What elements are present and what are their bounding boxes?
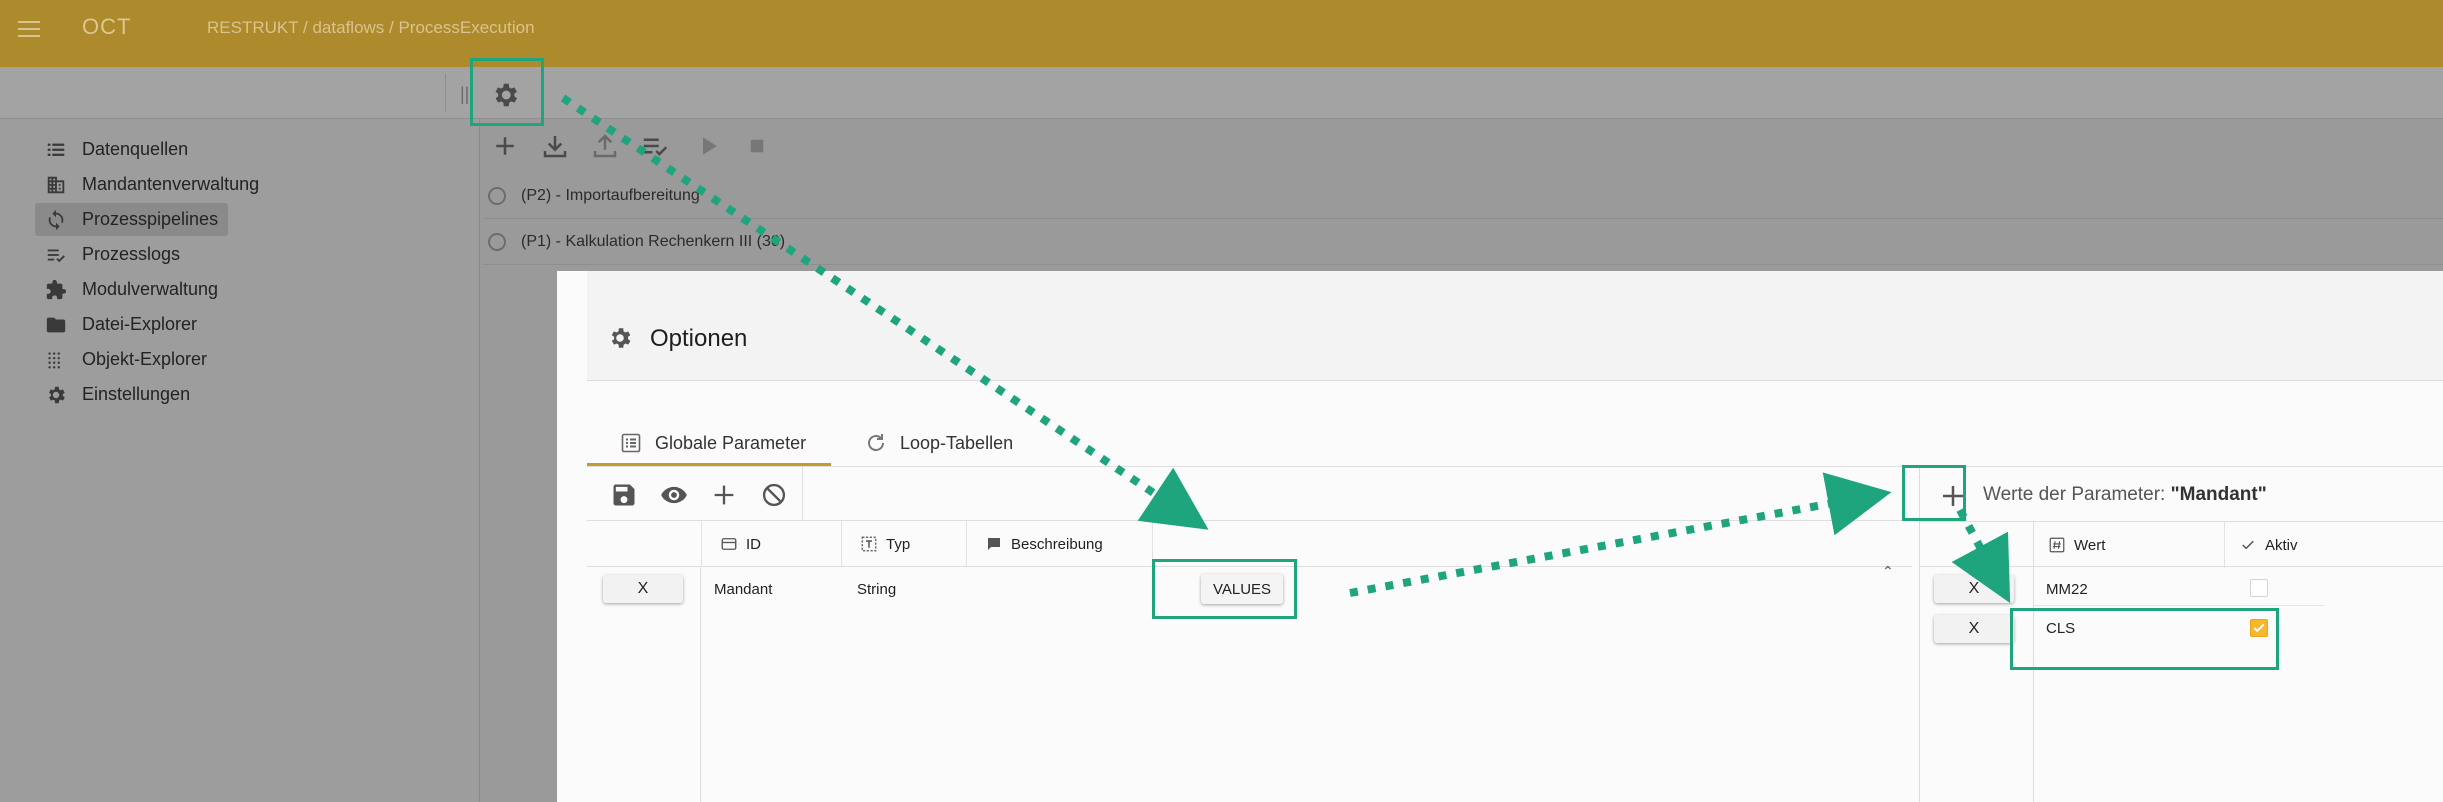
sidebar-item-label: Datenquellen xyxy=(82,139,189,159)
gear-icon xyxy=(49,386,65,403)
column-header-label: Wert xyxy=(2074,536,2106,554)
tab-label: Loop-Tabellen xyxy=(900,432,1014,453)
save-icon[interactable] xyxy=(610,481,638,509)
highlight-add-value xyxy=(1902,465,1966,521)
column-header-aktiv[interactable]: Aktiv xyxy=(2224,522,2424,568)
column-header-typ[interactable]: Typ xyxy=(841,521,966,567)
strip-divider xyxy=(445,74,446,112)
comment-icon xyxy=(988,538,1000,550)
delete-value-button[interactable]: X xyxy=(1934,615,2014,643)
sidebar-item-modulverwaltung[interactable]: Modulverwaltung xyxy=(35,273,228,306)
building-icon xyxy=(47,176,65,193)
sidebar-item-label: Modulverwaltung xyxy=(82,279,219,299)
scroll-up-icon[interactable]: ⌃ xyxy=(1882,563,1898,583)
sidebar-item-label: Einstellungen xyxy=(82,384,191,404)
dialog-title: Optionen xyxy=(650,325,748,352)
delete-value-button[interactable]: X xyxy=(1934,575,2014,603)
delete-row-button[interactable]: X xyxy=(603,575,683,603)
hash-box-icon xyxy=(2049,537,2065,553)
tab-label: Globale Parameter xyxy=(655,432,807,453)
checklist-icon[interactable] xyxy=(640,131,670,161)
cell-type[interactable]: String xyxy=(857,581,896,598)
toolbar-divider xyxy=(802,467,803,521)
breadcrumb: RESTRUKT / dataflows / ProcessExecution xyxy=(207,18,535,37)
values-title-prefix: Werte der Parameter: xyxy=(1983,484,2171,505)
block-icon[interactable] xyxy=(760,481,788,509)
eye-icon[interactable] xyxy=(660,481,688,509)
list-item[interactable]: (P2) - Importaufbereitung xyxy=(482,173,2443,219)
options-dialog: Optionen Globale Parameter Loop-Tabellen… xyxy=(557,271,2443,802)
sidebar-item-prozesspipelines[interactable]: Prozesspipelines xyxy=(35,203,229,236)
row-radio[interactable] xyxy=(488,186,506,205)
highlight-gear xyxy=(470,58,544,126)
download-icon[interactable] xyxy=(540,131,570,161)
sidebar-item-label: Prozesslogs xyxy=(82,244,181,264)
column-header-label: Beschreibung xyxy=(1011,535,1103,553)
cell-id[interactable]: Mandant xyxy=(714,581,772,598)
sidebar-item-mandantenverwaltung[interactable]: Mandantenverwaltung xyxy=(35,168,269,201)
toolbar-strip xyxy=(0,67,2443,119)
upload-icon[interactable] xyxy=(590,131,620,161)
pipeline-label: (P1) - Kalkulation Rechenkern III (30) xyxy=(521,232,786,250)
app-bar: OCT RESTRUKT / dataflows / ProcessExecut… xyxy=(0,0,2443,67)
row-divider xyxy=(2034,605,2324,606)
app-title: OCT xyxy=(82,14,132,39)
sidebar-item-datenquellen[interactable]: Datenquellen xyxy=(35,133,198,166)
sidebar-item-datei-explorer[interactable]: Datei-Explorer xyxy=(35,308,207,341)
add-icon[interactable] xyxy=(710,481,738,509)
row-radio[interactable] xyxy=(488,232,506,251)
menu-icon[interactable] xyxy=(18,21,40,37)
sidebar-item-label: Objekt-Explorer xyxy=(82,349,208,369)
folder-icon xyxy=(46,317,66,332)
cell-value[interactable]: MM22 xyxy=(2046,581,2088,598)
sidebar-item-prozesslogs[interactable]: Prozesslogs xyxy=(35,238,190,271)
sidebar-item-label: Prozesspipelines xyxy=(82,209,219,229)
sync-icon xyxy=(48,209,64,230)
highlight-active-value xyxy=(2010,608,2279,670)
column-header-beschreibung[interactable]: Beschreibung xyxy=(966,521,1152,567)
active-checkbox[interactable] xyxy=(2250,579,2268,597)
sidebar-item-einstellungen[interactable]: Einstellungen xyxy=(35,378,200,411)
check-icon xyxy=(2242,540,2254,550)
tab-globale-parameter[interactable]: Globale Parameter xyxy=(619,423,806,463)
add-icon[interactable] xyxy=(490,131,520,161)
text-type-icon xyxy=(861,536,877,552)
highlight-values-button xyxy=(1152,559,1297,619)
values-title-param: "Mandant" xyxy=(2170,484,2267,505)
puzzle-icon xyxy=(46,279,67,299)
grid-dots-icon xyxy=(48,351,60,369)
column-header-id[interactable]: ID xyxy=(701,521,841,567)
list-icon xyxy=(47,143,65,156)
dialog-header xyxy=(587,271,2443,381)
column-header-label: Aktiv xyxy=(2265,536,2298,554)
list-item[interactable]: (P1) - Kalkulation Rechenkern III (30) xyxy=(482,219,2443,265)
sidebar-item-label: Mandantenverwaltung xyxy=(82,174,260,194)
list-box-icon xyxy=(621,433,641,453)
pipeline-label: (P2) - Importaufbereitung xyxy=(521,186,700,204)
values-panel-title: Werte der Parameter: "Mandant" xyxy=(1983,484,2267,506)
gear-icon xyxy=(611,328,631,348)
column-header-wert[interactable]: Wert xyxy=(2034,522,2224,568)
column-header-label: Typ xyxy=(886,535,911,553)
play-icon[interactable] xyxy=(693,131,723,161)
sidebar-item-label: Datei-Explorer xyxy=(82,314,198,334)
split-handle-icon[interactable]: || xyxy=(460,84,469,105)
sidebar-item-objekt-explorer[interactable]: Objekt-Explorer xyxy=(35,343,217,376)
stop-icon[interactable] xyxy=(742,131,772,161)
card-icon xyxy=(721,538,737,550)
log-list-icon xyxy=(47,249,65,262)
column-header-label: ID xyxy=(746,535,761,553)
refresh-icon xyxy=(868,434,884,451)
tab-loop-tabellen[interactable]: Loop-Tabellen xyxy=(864,423,1013,463)
